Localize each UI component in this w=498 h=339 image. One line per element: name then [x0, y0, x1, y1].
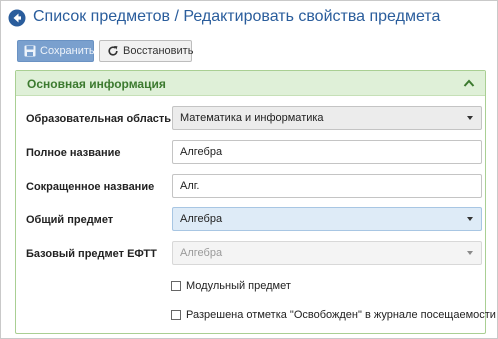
- floppy-disk-icon: [24, 45, 36, 57]
- base-subject-select: Алгебра: [172, 241, 482, 265]
- page-title: Список предметов / Редактировать свойств…: [33, 8, 441, 25]
- common-subject-value: Алгебра: [180, 213, 223, 225]
- window-frame: Список предметов / Редактировать свойств…: [0, 0, 498, 339]
- panel-title: Основная информация: [27, 77, 166, 91]
- full-name-label: Полное название: [26, 147, 121, 159]
- base-subject-label: Базовый предмет ЕФТТ: [26, 248, 157, 260]
- short-name-label: Сокращенное название: [26, 181, 155, 193]
- base-subject-value: Алгебра: [180, 247, 223, 259]
- restore-button[interactable]: Восстановить: [99, 40, 194, 62]
- main-info-panel: Основная информация Образовательная обла…: [15, 70, 496, 334]
- area-select[interactable]: Математика и информатика: [172, 106, 482, 130]
- page-header: Список предметов / Редактировать свойств…: [1, 1, 498, 35]
- panel-header[interactable]: Основная информация: [16, 71, 485, 96]
- modular-checkbox-label: Модульный предмет: [186, 280, 291, 292]
- exempt-mark-checkbox-row[interactable]: Разрешена отметка "Освобожден" в журнале…: [171, 309, 496, 321]
- full-name-input[interactable]: Алгебра: [172, 140, 482, 164]
- save-button-label: Сохранить: [40, 45, 95, 57]
- caret-down-icon: [467, 116, 473, 120]
- common-subject-select[interactable]: Алгебра: [172, 207, 482, 231]
- modular-checkbox[interactable]: [171, 281, 181, 291]
- caret-down-icon: [467, 251, 473, 255]
- refresh-icon: [108, 46, 118, 56]
- modular-checkbox-row[interactable]: Модульный предмет: [171, 280, 291, 292]
- exempt-mark-checkbox-label: Разрешена отметка "Освобожден" в журнале…: [186, 309, 496, 321]
- area-select-value: Математика и информатика: [180, 112, 324, 124]
- short-name-input[interactable]: Алг.: [172, 174, 482, 198]
- common-subject-label: Общий предмет: [26, 214, 114, 226]
- chevron-up-icon[interactable]: [463, 78, 475, 88]
- exempt-mark-checkbox[interactable]: [171, 310, 181, 320]
- save-button[interactable]: Сохранить: [17, 40, 95, 62]
- short-name-value: Алг.: [180, 180, 200, 192]
- full-name-value: Алгебра: [180, 146, 223, 158]
- restore-button-label: Восстановить: [123, 45, 194, 57]
- circle-arrow-left-icon[interactable]: [8, 9, 26, 27]
- caret-down-icon: [467, 217, 473, 221]
- area-label: Образовательная область: [26, 113, 172, 125]
